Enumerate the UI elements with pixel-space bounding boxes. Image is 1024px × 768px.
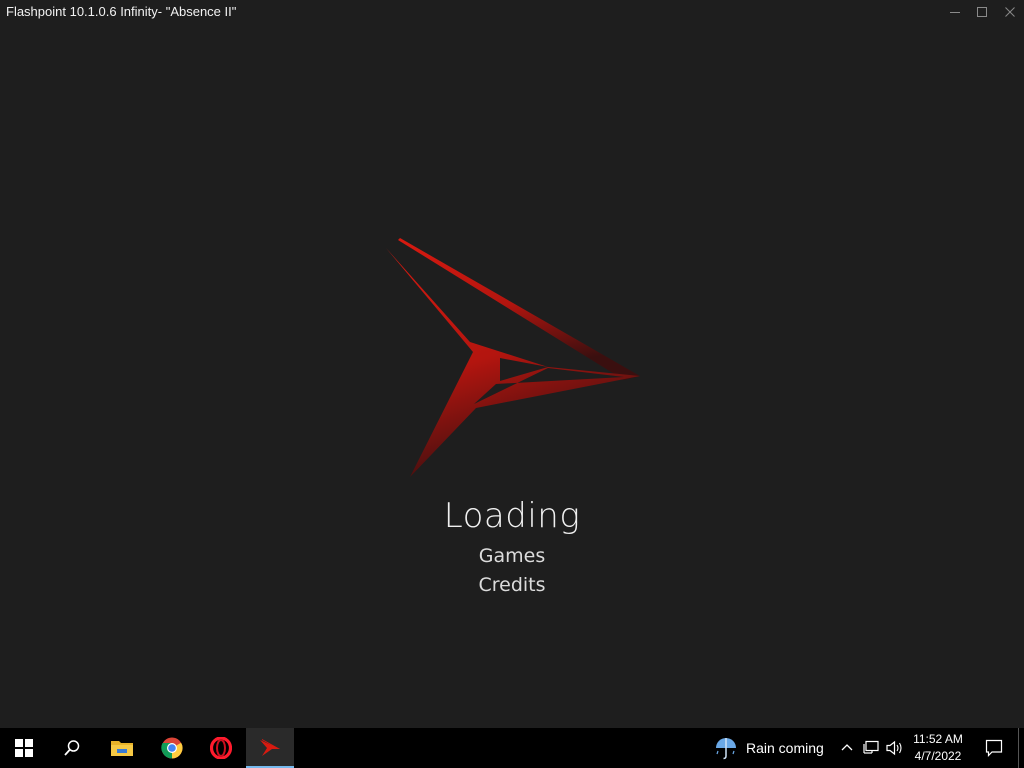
- title-bar[interactable]: Flashpoint 10.1.0.6 Infinity- "Absence I…: [0, 0, 1024, 24]
- loading-heading: Loading: [443, 496, 581, 536]
- file-explorer-button[interactable]: [98, 728, 146, 768]
- volume-icon: [886, 740, 902, 756]
- search-icon: [64, 740, 80, 756]
- close-icon: [1005, 7, 1015, 17]
- taskbar: Rain coming 11:52 AM 4/7/2022: [0, 728, 1024, 768]
- flashpoint-logo-icon: [386, 238, 640, 477]
- chrome-button[interactable]: [148, 728, 196, 768]
- start-button[interactable]: [0, 728, 48, 768]
- loading-item-games: Games: [478, 545, 546, 567]
- flashpoint-window: Flashpoint 10.1.0.6 Infinity- "Absence I…: [0, 0, 1024, 728]
- network-icon: [863, 740, 879, 754]
- minimize-icon: [950, 12, 960, 13]
- volume-button[interactable]: [884, 728, 906, 768]
- maximize-button[interactable]: [968, 0, 996, 24]
- folder-icon: [111, 741, 133, 756]
- flashpoint-icon: [260, 739, 280, 756]
- opera-button[interactable]: [197, 728, 245, 768]
- clock-date: 4/7/2022: [914, 749, 962, 763]
- loading-item-credits: Credits: [478, 574, 546, 596]
- clock-time: 11:52 AM: [913, 732, 963, 746]
- chrome-icon: [161, 737, 183, 759]
- notification-icon: [985, 739, 1003, 757]
- clock[interactable]: 11:52 AM 4/7/2022: [904, 731, 972, 765]
- flashpoint-taskbar-button[interactable]: [246, 728, 294, 768]
- maximize-icon: [977, 7, 987, 17]
- minimize-button[interactable]: [941, 0, 969, 24]
- show-desktop-button[interactable]: [1018, 728, 1019, 768]
- show-hidden-icons-button[interactable]: [836, 728, 858, 768]
- action-center-button[interactable]: [976, 728, 1012, 768]
- windows-logo-icon: [15, 739, 33, 757]
- weather-text: Rain coming: [746, 740, 824, 756]
- weather-widget[interactable]: Rain coming: [714, 728, 824, 768]
- umbrella-rain-icon: [716, 738, 736, 760]
- chevron-up-icon: [841, 744, 853, 751]
- window-title: Flashpoint 10.1.0.6 Infinity- "Absence I…: [6, 4, 237, 19]
- search-button[interactable]: [48, 728, 96, 768]
- close-button[interactable]: [996, 0, 1024, 24]
- opera-icon: [210, 737, 232, 759]
- network-button[interactable]: [860, 728, 882, 768]
